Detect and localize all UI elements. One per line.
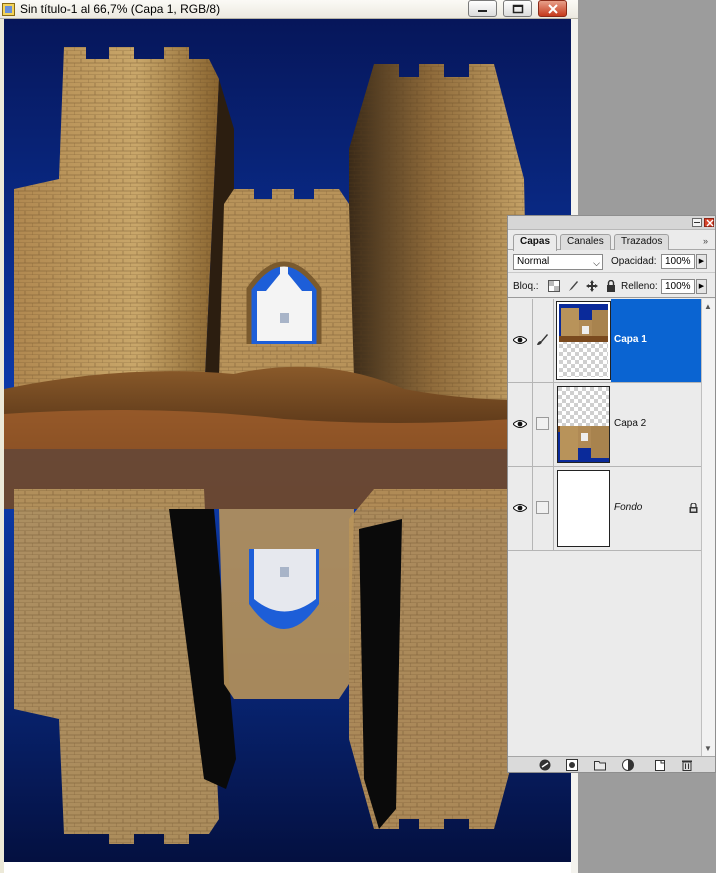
lock-transparency-icon[interactable] (548, 280, 560, 292)
panel-menu-icon[interactable]: » (703, 236, 708, 246)
layer-link-box[interactable] (536, 501, 549, 514)
layer-thumbnail (557, 470, 610, 547)
trash-icon[interactable] (681, 759, 693, 771)
chevron-down-icon: ⌵ (593, 258, 600, 268)
layer-thumbnail (557, 386, 610, 463)
minimize-icon (478, 10, 487, 12)
layers-panel: Capas Canales Trazados » Normal ⌵ Opacid… (507, 215, 716, 773)
canvas-bottom-edge (4, 862, 571, 873)
image-canvas[interactable] (4, 19, 571, 862)
panel-close-button[interactable] (704, 218, 714, 227)
layers-bottom-bar (508, 756, 715, 772)
scroll-down-icon[interactable]: ▼ (704, 744, 712, 753)
layer-name[interactable]: Capa 1 (614, 334, 647, 345)
layer-name-area[interactable]: Capa 1 (611, 299, 701, 382)
link-layers-icon[interactable] (539, 759, 551, 771)
document-window: Sin título-1 al 66,7% (Capa 1, RGB/8) (0, 0, 578, 873)
document-titlebar[interactable]: Sin título-1 al 66,7% (Capa 1, RGB/8) (0, 0, 578, 19)
new-layer-icon[interactable] (654, 759, 666, 771)
layer-name-area[interactable]: Capa 2 (611, 383, 701, 466)
scroll-up-icon[interactable]: ▲ (704, 302, 712, 311)
close-icon (548, 4, 558, 14)
lock-label: Bloq.: (513, 281, 539, 292)
layer-row-capa-1[interactable]: Capa 1 (508, 299, 701, 383)
blend-row: Normal ⌵ Opacidad: 100% ▶ (508, 251, 715, 273)
new-group-icon[interactable] (594, 759, 606, 771)
column-divider (532, 467, 533, 550)
tab-canales[interactable]: Canales (560, 234, 611, 250)
layer-thumbnail (556, 301, 611, 380)
layer-row-capa-2[interactable]: Capa 2 (508, 383, 701, 467)
tab-capas[interactable]: Capas (513, 234, 558, 251)
adjustment-layer-icon[interactable] (622, 759, 634, 771)
layer-link-box[interactable] (536, 417, 549, 430)
layers-list: Capa 1 Capa 2 Fondo (508, 299, 701, 769)
layer-style-icon[interactable] (566, 759, 578, 771)
fill-input[interactable]: 100% (661, 279, 695, 294)
column-divider (553, 299, 554, 382)
document-title: Sin título-1 al 66,7% (Capa 1, RGB/8) (20, 2, 221, 16)
lock-paint-icon[interactable] (567, 280, 579, 292)
fill-slider-button[interactable]: ▶ (696, 279, 707, 294)
layer-row-fondo[interactable]: Fondo (508, 467, 701, 551)
layer-name[interactable]: Fondo (614, 502, 642, 513)
blend-mode-select[interactable]: Normal ⌵ (513, 254, 603, 270)
document-icon (2, 3, 15, 16)
opacity-slider-button[interactable]: ▶ (696, 254, 707, 269)
maximize-button[interactable] (503, 0, 532, 17)
visibility-eye-icon[interactable] (513, 335, 527, 345)
panel-header[interactable] (508, 216, 715, 230)
column-divider (532, 383, 533, 466)
layer-name[interactable]: Capa 2 (614, 418, 646, 429)
close-button[interactable] (538, 0, 567, 17)
column-divider (532, 299, 533, 382)
lock-position-icon[interactable] (586, 280, 598, 292)
minimize-button[interactable] (468, 0, 497, 17)
brush-icon[interactable] (536, 333, 549, 346)
visibility-eye-icon[interactable] (513, 503, 527, 513)
castle-reflection-image (4, 19, 571, 862)
tab-trazados[interactable]: Trazados (614, 234, 670, 250)
panel-tabs: Capas Canales Trazados » (508, 231, 715, 251)
opacity-label: Opacidad: (611, 256, 657, 267)
column-divider (553, 467, 554, 550)
panel-minimize-button[interactable] (692, 218, 702, 227)
layer-name-area[interactable]: Fondo (611, 467, 701, 550)
close-icon (706, 219, 714, 227)
fill-label: Relleno: (621, 281, 658, 292)
opacity-input[interactable]: 100% (661, 254, 695, 269)
lock-icon (689, 503, 698, 513)
lock-row: Bloq.: Relleno: 100% ▶ (508, 274, 715, 298)
visibility-eye-icon[interactable] (513, 419, 527, 429)
lock-all-icon[interactable] (605, 280, 617, 292)
layers-scrollbar[interactable]: ▲ ▼ (701, 299, 715, 756)
column-divider (553, 383, 554, 466)
blend-mode-value: Normal (517, 256, 550, 267)
maximize-icon (512, 4, 524, 14)
